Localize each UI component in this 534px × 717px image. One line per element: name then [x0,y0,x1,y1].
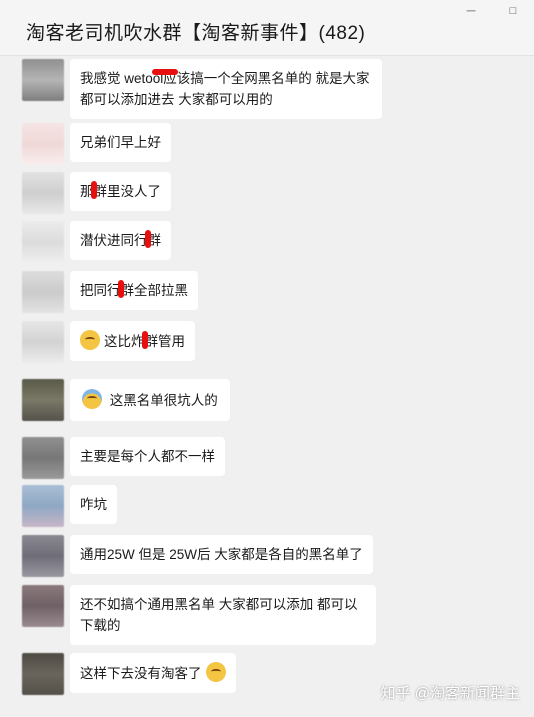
avatar[interactable] [22,172,64,214]
message-text: 主要是每个人都不一样 [80,449,215,464]
message-bubble[interactable]: 那群里没人了 [70,172,171,211]
message-item: 那群里没人了 [22,172,171,214]
message-bubble[interactable]: 兄弟们早上好 [70,123,171,162]
avatar[interactable] [22,379,64,421]
message-bubble[interactable]: 把同行群全部拉黑 [70,271,198,310]
message-item: 通用25W 但是 25W后 大家都是各自的黑名单了 [22,535,373,577]
message-item: 把同行群全部拉黑 [22,271,198,313]
message-item: 这样下去没有淘客了 [22,653,236,695]
avatar[interactable] [22,123,64,165]
message-text-part: 这比炸 [104,334,145,349]
message-text-part: 群里没人了 [93,184,162,199]
message-bubble[interactable]: 咋坑 [70,485,117,524]
sweat-smile-icon [80,330,100,350]
avatar[interactable] [22,271,64,313]
chat-header: 淘客老司机吹水群【淘客新事件】(482) ㅡ □ [0,0,534,56]
message-text: 咋坑 [80,497,107,512]
avatar[interactable] [22,653,64,695]
avatar[interactable] [22,535,64,577]
message-bubble[interactable]: 还不如搞个通用黑名单 大家都可以添加 都可以下载的 [70,585,376,645]
message-bubble[interactable]: 潜伏进同行群 [70,221,171,260]
message-bubble[interactable]: 通用25W 但是 25W后 大家都是各自的黑名单了 [70,535,373,574]
redaction-mark [144,230,151,248]
message-item: 兄弟们早上好 [22,123,171,165]
redaction-mark [141,331,148,349]
message-item: 主要是每个人都不一样 [22,437,225,479]
message-bubble[interactable]: 这比炸群管用 [70,321,195,361]
message-text: 我感觉 wetool应该搞一个全网黑名单的 就是大家都可以添加进去 大家都可以用… [80,71,370,107]
avatar[interactable] [22,59,64,101]
message-item: 潜伏进同行群 [22,221,171,263]
message-text-part: 潜伏进同行 [80,233,148,248]
avatar[interactable] [22,437,64,479]
avatar[interactable] [22,585,64,627]
redaction-mark [152,69,178,75]
avatar[interactable] [22,321,64,363]
message-text-part: 群管用 [144,334,186,349]
message-item: 我感觉 wetool应该搞一个全网黑名单的 就是大家都可以添加进去 大家都可以用… [22,59,382,119]
avatar[interactable] [22,485,64,527]
message-text: 这黑名单很坑人的 [109,393,218,408]
message-text: 通用25W 但是 25W后 大家都是各自的黑名单了 [80,547,363,562]
sad-sweat-icon [205,662,226,682]
maximize-button[interactable]: □ [492,0,534,22]
message-item: 这黑名单很坑人的 [22,379,230,421]
message-text-part: 把同行 [80,283,121,298]
fearful-face-icon [82,389,102,409]
message-text: 这样下去没有淘客了 [80,666,202,681]
message-bubble[interactable]: 这样下去没有淘客了 [70,653,236,693]
window-controls: ㅡ □ [450,0,534,22]
message-item: 这比炸群管用 [22,321,195,363]
avatar[interactable] [22,221,64,263]
message-bubble[interactable]: 主要是每个人都不一样 [70,437,225,476]
message-item: 还不如搞个通用黑名单 大家都可以添加 都可以下载的 [22,585,376,645]
message-item: 咋坑 [22,485,117,527]
message-text: 兄弟们早上好 [80,135,161,150]
zhihu-watermark: 知乎 @淘客新闻群主 [380,685,520,702]
redaction-mark [90,181,97,199]
message-text-part: 群全部拉黑 [120,283,189,298]
group-chat-title: 淘客老司机吹水群【淘客新事件】(482) [26,23,366,44]
minimize-button[interactable]: ㅡ [450,0,492,22]
redaction-mark [117,280,124,298]
message-bubble[interactable]: 我感觉 wetool应该搞一个全网黑名单的 就是大家都可以添加进去 大家都可以用… [70,59,382,119]
message-bubble[interactable]: 这黑名单很坑人的 [70,379,230,421]
message-list[interactable]: 我感觉 wetool应该搞一个全网黑名单的 就是大家都可以添加进去 大家都可以用… [0,57,534,717]
message-text: 还不如搞个通用黑名单 大家都可以添加 都可以下载的 [80,597,358,633]
